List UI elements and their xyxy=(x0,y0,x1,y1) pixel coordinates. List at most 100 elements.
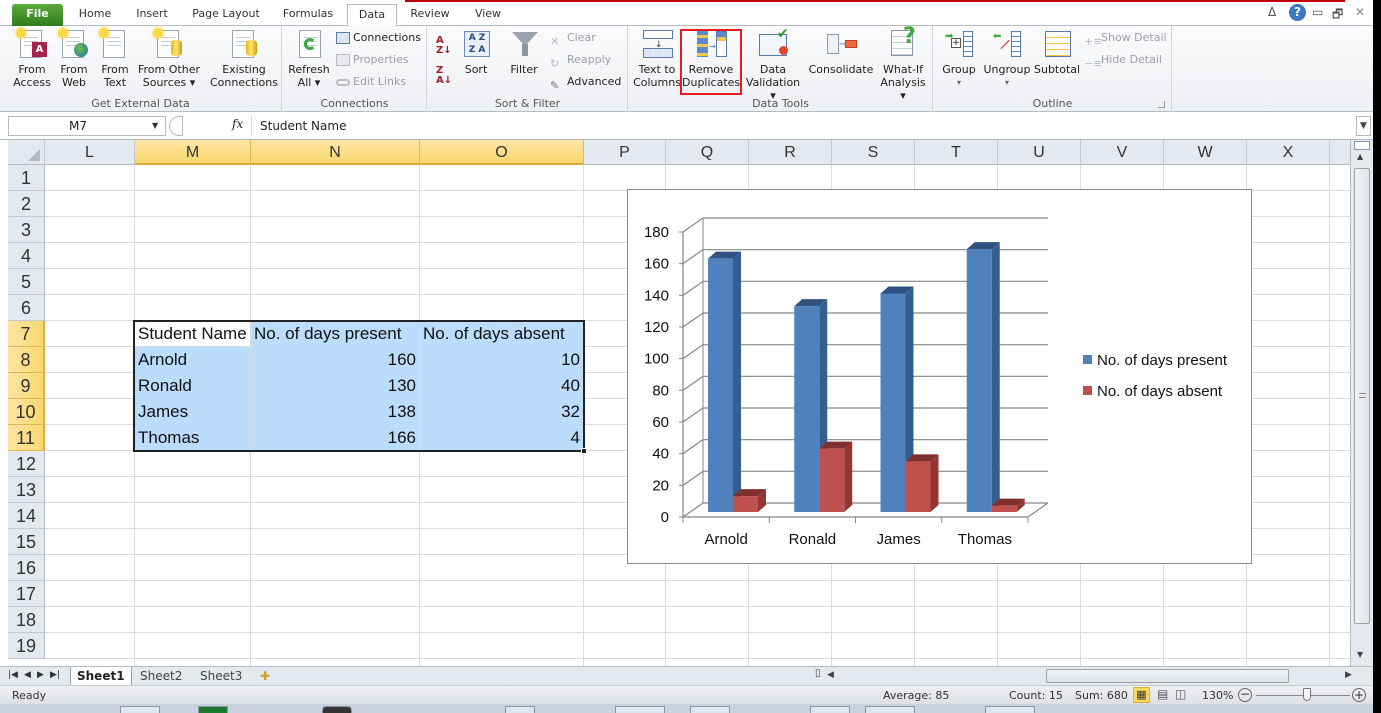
table-cell[interactable]: 4 xyxy=(420,425,583,451)
ungroup-button[interactable]: ⬅ Ungroup ▾ xyxy=(982,28,1032,89)
taskbar-item[interactable] xyxy=(322,706,352,713)
column-header-w[interactable]: W xyxy=(1164,140,1247,165)
zoom-in-icon[interactable]: + xyxy=(1352,688,1366,702)
sort-a-to-z-button[interactable]: A Z↓ xyxy=(436,36,452,56)
row-header-14[interactable]: 14 xyxy=(8,503,45,529)
row-header-4[interactable]: 4 xyxy=(8,243,45,269)
column-header-p[interactable]: P xyxy=(584,140,666,165)
name-box[interactable]: M7 xyxy=(8,116,166,136)
table-cell[interactable]: 40 xyxy=(420,373,583,399)
row-header-7[interactable]: 7 xyxy=(8,321,45,347)
row-header-10[interactable]: 10 xyxy=(8,399,45,425)
row-header-15[interactable]: 15 xyxy=(8,529,45,555)
table-cell[interactable]: 130 xyxy=(251,373,419,399)
table-cell[interactable]: 138 xyxy=(251,399,419,425)
sheet-tab-sheet3[interactable]: Sheet3 xyxy=(194,667,248,685)
tab-file[interactable]: File xyxy=(12,4,63,26)
split-box[interactable] xyxy=(1354,141,1370,150)
restore-icon[interactable]: 🗗 xyxy=(1332,5,1343,26)
row-header-13[interactable]: 13 xyxy=(8,477,45,503)
reapply-button[interactable]: ↻ Reapply xyxy=(550,50,611,70)
column-header-s[interactable]: S xyxy=(832,140,915,165)
hide-detail-button[interactable]: −≡Hide Detail xyxy=(1084,50,1162,70)
collapse-ribbon-icon[interactable]: ᐃ xyxy=(1268,5,1276,19)
table-cell[interactable]: Arnold xyxy=(135,347,250,373)
clear-filter-button[interactable]: ✕ Clear xyxy=(550,28,596,48)
row-header-18[interactable]: 18 xyxy=(8,607,45,633)
edit-links-button[interactable]: Edit Links xyxy=(336,72,406,92)
show-detail-button[interactable]: +≡Show Detail xyxy=(1084,28,1167,48)
taskbar-item[interactable] xyxy=(865,706,915,713)
expand-formula-bar-icon[interactable]: ▼ xyxy=(1356,116,1371,136)
taskbar-item[interactable] xyxy=(810,706,850,713)
advanced-filter-button[interactable]: ✎ Advanced xyxy=(550,72,621,92)
tab-view[interactable]: View xyxy=(464,4,512,26)
column-header-t[interactable]: T xyxy=(915,140,998,165)
table-cell[interactable]: 166 xyxy=(251,425,419,451)
sheet-tab-sheet2[interactable]: Sheet2 xyxy=(134,667,188,685)
horizontal-scrollbar[interactable]: ▯ ◀ ▶ xyxy=(815,668,1365,684)
column-header-o[interactable]: O xyxy=(420,140,584,165)
name-box-dropdown-icon[interactable]: ▼ xyxy=(152,121,158,130)
column-header-v[interactable]: V xyxy=(1081,140,1164,165)
row-header-19[interactable]: 19 xyxy=(8,633,45,659)
prev-sheet-icon[interactable]: ◀ xyxy=(24,670,31,680)
tab-insert[interactable]: Insert xyxy=(128,4,176,26)
row-header-6[interactable]: 6 xyxy=(8,295,45,321)
taskbar-item[interactable] xyxy=(198,706,228,713)
table-cell[interactable]: 160 xyxy=(251,347,419,373)
row-header-9[interactable]: 9 xyxy=(8,373,45,399)
consolidate-button[interactable]: → Consolidate xyxy=(807,28,875,76)
zoom-out-icon[interactable]: − xyxy=(1238,688,1252,702)
from-web-button[interactable]: From Web xyxy=(56,28,92,89)
vertical-scrollbar[interactable]: ▲ ▼ xyxy=(1350,140,1373,666)
row-header-12[interactable]: 12 xyxy=(8,451,45,477)
text-to-columns-button[interactable]: ↓ Text to Columns xyxy=(633,28,681,89)
row-header-2[interactable]: 2 xyxy=(8,191,45,217)
taskbar-item[interactable] xyxy=(505,706,535,713)
zoom-slider-thumb[interactable] xyxy=(1303,688,1311,701)
insert-function-icon[interactable]: fx xyxy=(232,117,243,131)
from-access-button[interactable]: A From Access xyxy=(10,28,54,89)
first-sheet-icon[interactable]: |◀ xyxy=(8,670,18,680)
chart[interactable]: 0 20 40 60 80 100 120 140 160 180 Arnold Ronald Jame… xyxy=(627,189,1252,564)
column-header-x[interactable]: X xyxy=(1247,140,1330,165)
taskbar-item[interactable] xyxy=(615,706,665,713)
taskbar-item[interactable] xyxy=(120,706,160,713)
split-handle[interactable]: ▯ xyxy=(815,668,821,679)
what-if-analysis-button[interactable]: ? What-If Analysis ▾ xyxy=(877,26,929,103)
table-cell[interactable]: James xyxy=(135,399,250,425)
scroll-right-icon[interactable]: ▶ xyxy=(1345,670,1352,680)
connections-button[interactable]: Connections xyxy=(336,28,421,48)
close-icon[interactable]: ✕ xyxy=(1355,5,1365,19)
sort-button[interactable]: A ZZ A Sort xyxy=(458,28,494,76)
subtotal-button[interactable]: Subtotal xyxy=(1034,28,1080,76)
sort-z-to-a-button[interactable]: Z A↓ xyxy=(436,66,452,86)
scroll-left-icon[interactable]: ◀ xyxy=(827,670,834,680)
scroll-down-icon[interactable]: ▼ xyxy=(1357,650,1363,659)
horizontal-scroll-thumb[interactable] xyxy=(1046,669,1289,683)
formula-input[interactable]: Student Name xyxy=(251,116,1356,136)
scroll-up-icon[interactable]: ▲ xyxy=(1357,152,1363,161)
column-header-m[interactable]: M xyxy=(135,140,251,165)
tab-page-layout[interactable]: Page Layout xyxy=(186,4,266,26)
tab-review[interactable]: Review xyxy=(405,4,455,26)
normal-view-icon[interactable]: ▦ xyxy=(1133,687,1150,703)
table-cell[interactable]: Ronald xyxy=(135,373,250,399)
minimize-icon[interactable]: ▭ xyxy=(1312,5,1323,19)
group-button[interactable]: ➡ + Group ▾ xyxy=(938,28,980,89)
refresh-all-button[interactable]: Refresh All ▾ xyxy=(288,28,330,89)
column-header-q[interactable]: Q xyxy=(666,140,749,165)
column-header-u[interactable]: U xyxy=(998,140,1081,165)
tab-data[interactable]: Data xyxy=(347,4,397,27)
properties-button[interactable]: Properties xyxy=(336,50,409,70)
row-header-17[interactable]: 17 xyxy=(8,581,45,607)
vertical-scroll-thumb[interactable] xyxy=(1354,168,1370,624)
data-validation-button[interactable]: ✔ Data Validation ▾ xyxy=(743,27,803,102)
sheet-tab-sheet1[interactable]: Sheet1 xyxy=(70,667,132,685)
insert-sheet-icon[interactable]: ✚ xyxy=(254,667,276,685)
column-header-n[interactable]: N xyxy=(251,140,420,165)
filter-button[interactable]: Filter xyxy=(506,28,542,76)
row-header-8[interactable]: 8 xyxy=(8,347,45,373)
row-header-1[interactable]: 1 xyxy=(8,165,45,191)
